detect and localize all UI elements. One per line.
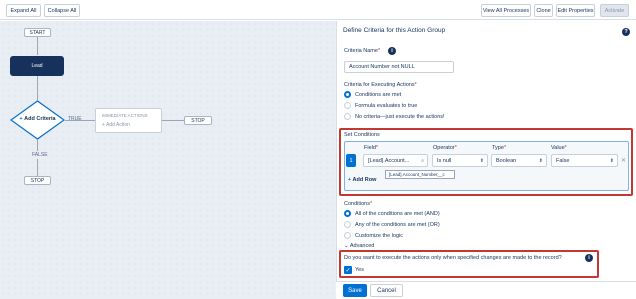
operator-value: Is null: [437, 157, 452, 164]
criteria-name-input[interactable]: Account Number not NULL: [344, 61, 454, 73]
view-all-processes-button[interactable]: View All Processes: [481, 4, 531, 17]
col-value-header: Value*: [551, 145, 567, 151]
yes-label: Yes: [355, 267, 364, 273]
field-value: [Lead].Account...: [368, 157, 410, 164]
changes-question: Do you want to execute the actions only …: [344, 255, 562, 261]
radio-no-criteria[interactable]: [344, 113, 351, 120]
col-field-text: Field: [364, 145, 376, 151]
select-arrows-icon: ⬍: [609, 157, 614, 164]
criteria-name-label: Criteria Name*: [344, 48, 381, 54]
immediate-actions-box: IMMEDIATE ACTIONS + Add Action: [95, 108, 162, 133]
add-action-link[interactable]: + Add Action: [102, 122, 130, 128]
conditions-text: Conditions: [344, 201, 370, 207]
add-action-label: Add Action: [106, 122, 130, 128]
select-arrows-icon: ⬍: [479, 157, 484, 164]
expand-all-button[interactable]: Expand All: [6, 4, 41, 17]
col-operator-text: Operator: [433, 145, 455, 151]
option-formula: Formula evaluates to true: [355, 103, 418, 109]
value-select[interactable]: False ⬍: [551, 154, 618, 167]
clone-button[interactable]: Clone: [534, 4, 553, 17]
option-custom: Customize the logic: [355, 233, 403, 239]
lead-object-node[interactable]: Lead: [10, 56, 64, 76]
panel-title: Define Criteria for this Action Group: [343, 27, 446, 34]
criteria-exec-label: Criteria for Executing Actions*: [344, 82, 417, 88]
value-value: False: [556, 157, 570, 164]
advanced-toggle[interactable]: ⌄ Advanced: [344, 243, 374, 249]
field-picker[interactable]: [Lead].Account... ⌕: [363, 154, 428, 167]
criteria-name-text: Criteria Name: [344, 48, 378, 54]
set-conditions-label: Set Conditions: [344, 132, 380, 138]
radio-formula[interactable]: [344, 102, 351, 109]
search-icon[interactable]: ⌕: [421, 158, 424, 164]
immediate-actions-label: IMMEDIATE ACTIONS: [102, 113, 148, 118]
radio-custom[interactable]: [344, 232, 351, 239]
select-arrows-icon: ⬍: [538, 157, 543, 164]
activate-button[interactable]: Activate: [600, 4, 629, 17]
option-and: All of the conditions are met (AND): [355, 211, 440, 217]
stop-node-right: STOP: [184, 116, 212, 125]
add-criteria-label: Add Criteria: [24, 116, 56, 122]
option-or: Any of the conditions are met (OR): [355, 222, 440, 228]
connector: [162, 120, 184, 121]
row-number: 1: [346, 154, 356, 167]
add-criteria-link[interactable]: + Add Criteria: [14, 116, 61, 122]
operator-select[interactable]: Is null ⬍: [432, 154, 488, 167]
option-no-criteria: No criteria—just execute the actions!: [355, 114, 445, 120]
connector: [37, 76, 38, 100]
edit-properties-button[interactable]: Edit Properties: [556, 4, 595, 17]
option-conditions-met: Conditions are met: [355, 92, 402, 98]
false-label: FALSE: [31, 151, 49, 159]
radio-and[interactable]: [344, 210, 351, 217]
add-row-label: Add Row: [352, 177, 377, 183]
true-label: TRUE: [68, 116, 82, 122]
start-node: START: [24, 28, 51, 37]
col-field-header: Field*: [364, 145, 379, 151]
field-tooltip: [Lead].Account_Number__c: [385, 170, 455, 179]
connector: [37, 37, 38, 55]
type-value: Boolean: [496, 157, 517, 164]
cancel-button[interactable]: Cancel: [370, 284, 403, 297]
stop-node-bottom: STOP: [24, 176, 51, 185]
criteria-exec-text: Criteria for Executing Actions: [344, 82, 415, 88]
type-select[interactable]: Boolean ⬍: [491, 154, 547, 167]
col-type-text: Type: [492, 145, 504, 151]
radio-conditions-met[interactable]: [344, 91, 351, 98]
info-icon[interactable]: i: [585, 254, 593, 262]
col-value-text: Value: [551, 145, 565, 151]
info-icon[interactable]: i: [388, 47, 396, 55]
col-type-header: Type*: [492, 145, 507, 151]
advanced-label: Advanced: [349, 243, 375, 249]
radio-or[interactable]: [344, 221, 351, 228]
conditions-label: Conditions*: [344, 201, 373, 207]
collapse-all-button[interactable]: Collapse All: [44, 4, 80, 17]
delete-row-icon[interactable]: ✕: [621, 157, 626, 164]
save-button[interactable]: Save: [343, 284, 367, 297]
add-row-link[interactable]: + Add Row: [348, 177, 376, 183]
col-operator-header: Operator*: [433, 145, 457, 151]
yes-checkbox[interactable]: ✓: [344, 266, 352, 274]
toolbar: Expand All Collapse All View All Process…: [0, 0, 636, 20]
help-icon[interactable]: ?: [622, 28, 630, 36]
